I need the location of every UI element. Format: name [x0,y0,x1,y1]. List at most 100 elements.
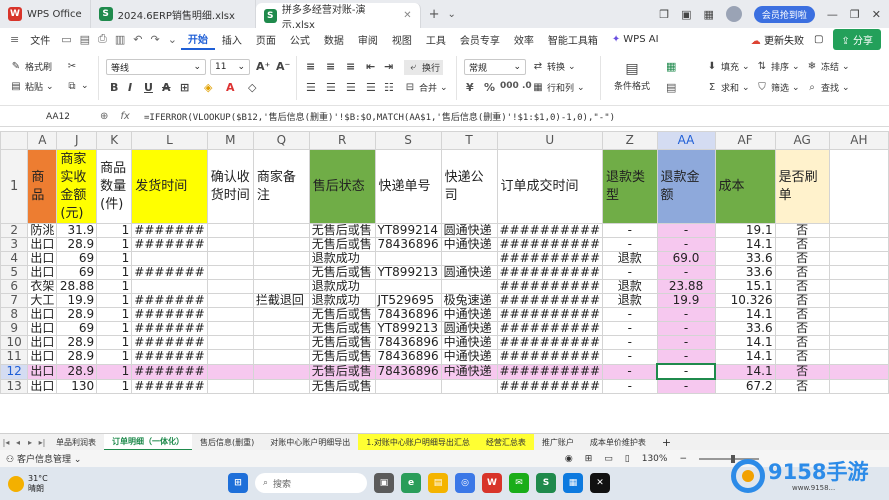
font-color-icon[interactable]: A [226,81,235,94]
table-cell[interactable]: 10.326 [714,293,776,308]
table-cell[interactable]: ####### [131,293,208,308]
conditional-format-button[interactable]: ▤ 条件格式 [614,60,650,92]
table-cell[interactable]: 1 [96,378,133,394]
name-box[interactable]: AA12 [4,109,94,125]
menu-tools[interactable]: 工具 [419,28,453,50]
table-cell[interactable]: YT899213 [374,321,442,336]
table-cell[interactable]: 衣架 [27,279,58,294]
column-header-ah[interactable]: AH [828,131,889,150]
currency-icon[interactable]: ¥ [466,81,474,94]
column-header-ag[interactable]: AG [774,131,830,150]
align-bottom-icon[interactable]: ≡ [346,60,355,73]
header-cell[interactable]: 快递单号 [374,149,442,224]
table-cell[interactable]: - [656,307,716,322]
table-cell[interactable] [252,251,310,266]
table-cell[interactable] [206,307,254,322]
number-format-select[interactable]: 常规 ⌄ [464,59,526,75]
table-cell[interactable]: ####### [131,378,208,394]
edge-browser-icon[interactable]: e [401,473,421,493]
select-all-corner[interactable] [0,131,29,150]
column-header-aa[interactable]: AA [656,131,716,150]
sheet-tab-product-profit[interactable]: 单品利润表 [48,434,104,451]
eye-icon[interactable]: ◉ [565,454,573,464]
table-cell[interactable]: 69 [56,265,98,280]
table-cell[interactable]: 无售后或售 [308,321,376,336]
menu-wps-ai[interactable]: ✦ WPS AI [605,28,666,50]
hamburger-icon[interactable]: ≡ [6,33,23,46]
close-window-icon[interactable]: ✕ [872,8,881,21]
fill-button[interactable]: ⬇ 填充 ⌄ [706,60,750,73]
normal-view-icon[interactable]: ⊞ [585,454,593,464]
layout-icon[interactable]: ▣ [681,8,691,21]
table-cell[interactable]: 1 [96,321,133,336]
table-cell[interactable]: ####### [131,265,208,280]
column-header-k[interactable]: K [96,131,133,150]
table-cell[interactable] [374,279,442,294]
table-cell[interactable]: 78436896 [374,349,442,365]
table-cell[interactable]: 1 [96,307,133,322]
menu-efficiency[interactable]: 效率 [507,28,541,50]
table-cell[interactable]: ########## [496,349,604,365]
zoom-out-icon[interactable]: − [679,454,687,464]
align-top-icon[interactable]: ≡ [306,60,315,73]
table-cell[interactable] [252,335,310,350]
table-cell[interactable]: 15.1 [714,279,776,294]
table-cell[interactable]: 14.1 [714,335,776,350]
header-cell[interactable]: 快递公司 [440,149,498,224]
restore-icon[interactable]: ❐ [659,8,669,21]
table-cell[interactable] [828,321,889,336]
table-cell[interactable]: 否 [774,335,830,350]
table-cell[interactable] [206,265,254,280]
row-header[interactable]: 6 [0,279,29,294]
table-cell[interactable]: 78436896 [374,335,442,350]
table-cell[interactable] [206,251,254,266]
menu-insert[interactable]: 插入 [215,28,249,50]
table-cell[interactable]: 19.9 [56,293,98,308]
table-cell[interactable]: ########## [496,363,604,380]
table-cell[interactable] [440,378,498,394]
sheet-tab-account-export[interactable]: 对账中心账户明细导出 [262,434,358,451]
table-cell[interactable] [206,223,254,238]
column-header-u[interactable]: U [496,131,604,150]
reading-view-icon[interactable]: ▯ [625,454,630,464]
table-cell[interactable]: 否 [774,378,830,394]
plus-icon[interactable]: + [429,7,440,22]
header-cell[interactable]: 确认收货时间 [206,149,254,224]
table-cell[interactable]: 出口 [27,307,58,322]
row-header[interactable]: 10 [0,335,29,350]
table-cell[interactable]: 否 [774,279,830,294]
table-cell[interactable]: 69 [56,251,98,266]
wechat-icon[interactable]: ✉ [509,473,529,493]
header-cell[interactable]: 发货时间 [131,149,208,224]
preview-icon[interactable]: ▥ [111,33,129,46]
row-header[interactable]: 8 [0,307,29,322]
table-cell[interactable]: 无售后或售 [308,265,376,280]
table-cell[interactable]: 无售后或售 [308,335,376,350]
table-cell[interactable] [252,363,310,380]
menu-formula[interactable]: 公式 [283,28,317,50]
table-cell[interactable]: - [656,335,716,350]
table-cell[interactable]: 67.2 [714,378,776,394]
next-sheet-icon[interactable]: ▸ [24,438,36,447]
table-cell[interactable]: 14.1 [714,307,776,322]
tab-wps-office[interactable]: W WPS Office [0,0,91,28]
align-middle-icon[interactable]: ≡ [326,60,335,73]
dashboard-icon[interactable]: ▦ [703,8,713,21]
table-cell[interactable]: 19.9 [656,293,716,308]
table-cell[interactable]: 防洮 [27,223,58,238]
table-cell[interactable]: - [656,223,716,238]
formula-input[interactable]: =IFERROR(VLOOKUP($B12,'售后信息(删重)'!$B:$O,M… [144,110,615,123]
table-cell[interactable]: ########## [496,265,604,280]
table-cell[interactable]: ####### [131,349,208,365]
row-header[interactable]: 12 [0,363,29,380]
vip-button[interactable]: 会员抢到啦 [753,5,815,23]
table-cell[interactable] [252,223,310,238]
table-cell[interactable]: 14.1 [714,237,776,252]
taskbar-search[interactable]: ⌕ 搜索 [255,473,367,493]
table-cell[interactable] [828,307,889,322]
table-cell[interactable] [828,251,889,266]
header-cell[interactable]: 成本 [714,149,776,224]
menu-home[interactable]: 开始 [180,28,215,50]
table-cell[interactable]: ########## [496,293,604,308]
table-cell[interactable] [828,293,889,308]
